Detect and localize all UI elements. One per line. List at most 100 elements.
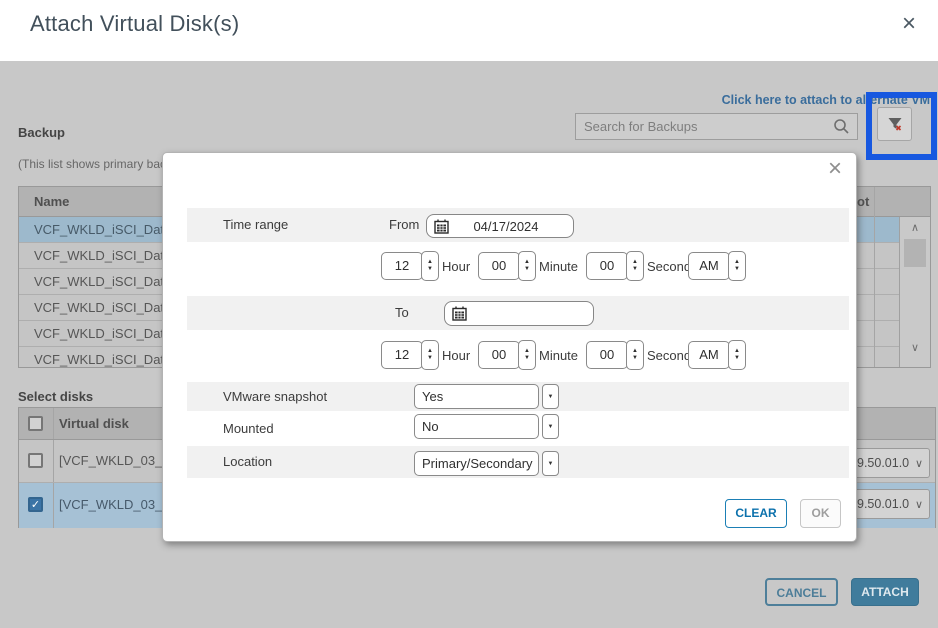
mounted-label: Mounted — [223, 414, 274, 443]
ok-button[interactable]: OK — [800, 499, 841, 528]
spinner-up-icon[interactable]: ▲ — [632, 259, 638, 266]
select-all-checkbox[interactable] — [28, 416, 43, 431]
meridiem-group: AM▲▼ — [688, 251, 746, 281]
hour-input[interactable]: 12 — [381, 252, 423, 280]
vmware-snapshot-value[interactable]: Yes — [414, 384, 539, 409]
column-divider — [53, 408, 54, 439]
clear-button[interactable]: CLEAR — [725, 499, 787, 528]
dropdown-arrow-icon[interactable]: ▼ — [542, 451, 559, 476]
spinner-down-icon[interactable]: ▼ — [427, 266, 433, 273]
column-divider — [53, 440, 54, 482]
chevron-down-icon: ∨ — [915, 457, 923, 470]
hour-group: 12▲▼Hour — [381, 340, 470, 370]
version-dropdown[interactable]: 9.50.01.0 ∨ — [850, 448, 930, 478]
hour-label: Hour — [442, 348, 470, 363]
minute-stepper[interactable]: ▲▼ — [518, 251, 536, 281]
hour-group: 12▲▼Hour — [381, 251, 470, 281]
location-dropdown[interactable]: Primary/Secondary ▼ — [414, 451, 559, 476]
second-label: Second — [647, 259, 691, 274]
to-date-input[interactable] — [444, 301, 594, 326]
scroll-down-icon[interactable]: ∨ — [900, 341, 930, 354]
second-input[interactable]: 00 — [586, 252, 628, 280]
select-disks-section-label: Select disks — [18, 389, 93, 404]
popup-close-icon[interactable]: × — [828, 155, 842, 183]
spinner-down-icon[interactable]: ▼ — [524, 355, 530, 362]
calendar-icon — [434, 219, 449, 234]
second-stepper[interactable]: ▲▼ — [626, 340, 644, 370]
mounted-value[interactable]: No — [414, 414, 539, 439]
second-label: Second — [647, 348, 691, 363]
from-date-input[interactable]: 04/17/2024 — [426, 214, 574, 238]
minute-input[interactable]: 00 — [478, 252, 520, 280]
scroll-thumb[interactable] — [904, 239, 926, 267]
attach-button[interactable]: ATTACH — [851, 578, 919, 606]
spinner-up-icon[interactable]: ▲ — [427, 348, 433, 355]
second-group: 00▲▼Second — [586, 340, 691, 370]
column-header-virtual-disk[interactable]: Virtual disk — [59, 408, 129, 439]
second-group: 00▲▼Second — [586, 251, 691, 281]
spinner-down-icon[interactable]: ▼ — [734, 266, 740, 273]
spinner-up-icon[interactable]: ▲ — [734, 259, 740, 266]
version-value: 9.50.01.0 — [857, 497, 909, 511]
column-divider — [53, 483, 54, 528]
spinner-up-icon[interactable]: ▲ — [734, 348, 740, 355]
checkmark-icon: ✓ — [31, 499, 40, 511]
version-dropdown[interactable]: 9.50.01.0 ∨ — [850, 489, 930, 519]
hour-input[interactable]: 12 — [381, 341, 423, 369]
location-value[interactable]: Primary/Secondary — [414, 451, 539, 476]
filter-popup: × Time range From 04/17/2024 12▲▼Hour 00… — [162, 152, 857, 542]
meridiem-stepper[interactable]: ▲▼ — [728, 340, 746, 370]
spinner-down-icon[interactable]: ▼ — [734, 355, 740, 362]
meridiem-group: AM▲▼ — [688, 340, 746, 370]
cancel-button[interactable]: CANCEL — [765, 578, 838, 606]
disk-checkbox[interactable] — [28, 453, 43, 468]
spinner-up-icon[interactable]: ▲ — [524, 259, 530, 266]
scrollbar[interactable]: ∧ ∨ — [899, 217, 930, 367]
search-field[interactable] — [575, 113, 858, 140]
vmware-snapshot-dropdown[interactable]: Yes ▼ — [414, 384, 559, 409]
mounted-dropdown[interactable]: No ▼ — [414, 414, 559, 439]
hour-stepper[interactable]: ▲▼ — [421, 251, 439, 281]
spinner-down-icon[interactable]: ▼ — [427, 355, 433, 362]
dropdown-arrow-icon[interactable]: ▼ — [542, 384, 559, 409]
from-date-value: 04/17/2024 — [449, 219, 573, 234]
meridiem-input[interactable]: AM — [688, 252, 730, 280]
dropdown-arrow-icon[interactable]: ▼ — [542, 414, 559, 439]
hour-stepper[interactable]: ▲▼ — [421, 340, 439, 370]
spinner-down-icon[interactable]: ▼ — [632, 355, 638, 362]
minute-input[interactable]: 00 — [478, 341, 520, 369]
column-header-name[interactable]: Name — [34, 187, 69, 216]
from-label: From — [389, 208, 419, 242]
minute-label: Minute — [539, 259, 578, 274]
minute-stepper[interactable]: ▲▼ — [518, 340, 536, 370]
backup-section-label: Backup — [18, 125, 65, 140]
spinner-up-icon[interactable]: ▲ — [427, 259, 433, 266]
page-title: Attach Virtual Disk(s) — [30, 11, 239, 37]
to-label: To — [395, 296, 409, 330]
disk-checkbox-checked[interactable]: ✓ — [28, 497, 43, 512]
column-header-snapshot-partial: ot — [857, 187, 869, 216]
calendar-icon — [452, 306, 467, 321]
meridiem-stepper[interactable]: ▲▼ — [728, 251, 746, 281]
close-icon[interactable]: × — [902, 10, 916, 38]
spinner-up-icon[interactable]: ▲ — [632, 348, 638, 355]
spinner-up-icon[interactable]: ▲ — [524, 348, 530, 355]
chevron-down-icon: ∨ — [915, 498, 923, 511]
search-icon[interactable] — [833, 118, 850, 135]
backup-note: (This list shows primary backup — [18, 157, 185, 171]
spinner-down-icon[interactable]: ▼ — [524, 266, 530, 273]
second-stepper[interactable]: ▲▼ — [626, 251, 644, 281]
search-input[interactable] — [576, 119, 831, 134]
minute-group: 00▲▼Minute — [478, 251, 578, 281]
column-divider — [874, 187, 875, 367]
location-label: Location — [223, 446, 272, 478]
scroll-up-icon[interactable]: ∧ — [900, 221, 930, 234]
second-input[interactable]: 00 — [586, 341, 628, 369]
minute-label: Minute — [539, 348, 578, 363]
annotation-highlight-box — [866, 92, 937, 160]
spinner-down-icon[interactable]: ▼ — [632, 266, 638, 273]
vmware-snapshot-label: VMware snapshot — [223, 382, 327, 411]
hour-label: Hour — [442, 259, 470, 274]
minute-group: 00▲▼Minute — [478, 340, 578, 370]
meridiem-input[interactable]: AM — [688, 341, 730, 369]
